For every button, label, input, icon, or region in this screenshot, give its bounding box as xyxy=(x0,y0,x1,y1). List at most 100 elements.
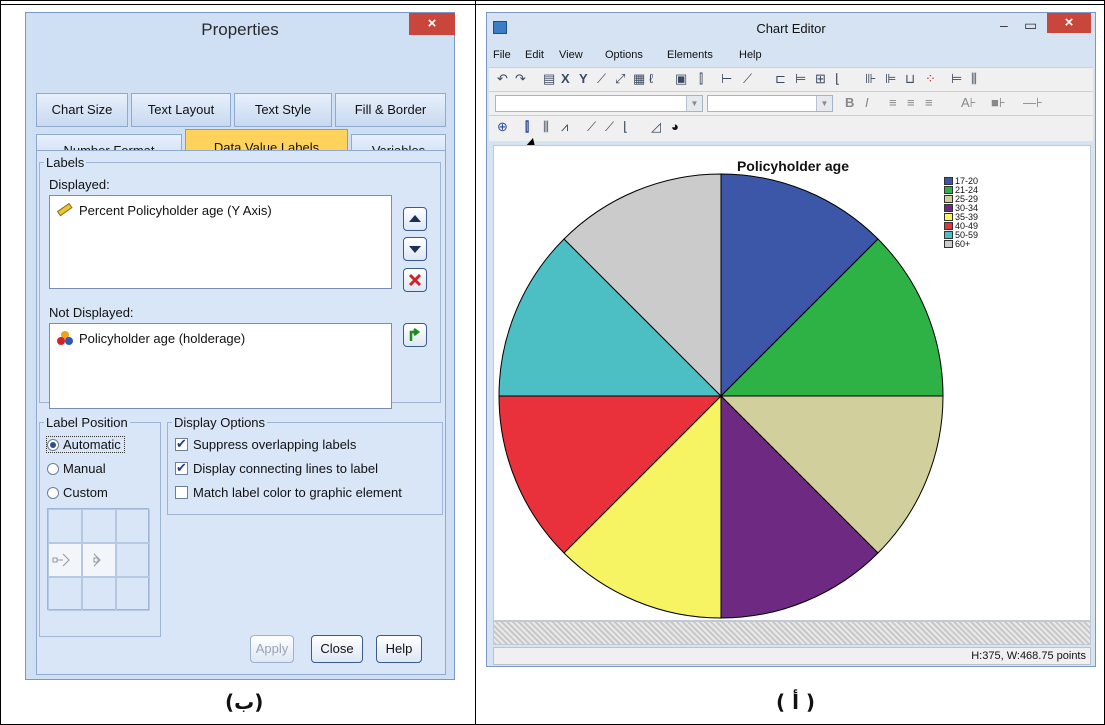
reference-line-icon[interactable]: ⊔ xyxy=(905,71,915,87)
radio-label: Manual xyxy=(63,461,106,476)
close-icon[interactable]: × xyxy=(1047,13,1091,33)
frame-icon[interactable]: ▣ xyxy=(675,71,687,87)
grid-cell xyxy=(48,509,82,543)
box-icon[interactable]: ⊏ xyxy=(775,71,786,87)
list-item[interactable]: Percent Policyholder age (Y Axis) xyxy=(56,201,272,219)
move-up-button[interactable] xyxy=(403,207,427,231)
checkbox-suppress-overlapping[interactable]: Suppress overlapping labels xyxy=(175,436,356,452)
menu-elements[interactable]: Elements xyxy=(667,49,713,61)
bar-chart-type-icon[interactable]: ⫿ xyxy=(525,119,529,135)
tab-chart-size[interactable]: Chart Size xyxy=(36,93,128,127)
label-left-icon xyxy=(52,553,70,567)
scatter-icon[interactable]: ⟋ xyxy=(587,119,596,135)
not-displayed-label: Not Displayed: xyxy=(49,305,134,320)
properties-icon[interactable]: ▤ xyxy=(543,71,555,87)
scale-icon[interactable]: ⟋ xyxy=(597,71,606,87)
not-displayed-list[interactable]: Policyholder age (holderage) xyxy=(49,323,392,409)
menu-options[interactable]: Options xyxy=(605,49,643,61)
interpolation-icon[interactable]: ⌊ xyxy=(623,119,628,135)
displayed-list[interactable]: Percent Policyholder age (Y Axis) xyxy=(49,195,392,289)
radio-automatic[interactable]: Automatic xyxy=(46,436,125,453)
menu-file[interactable]: File xyxy=(493,49,511,61)
grid-cell-center xyxy=(82,543,116,577)
arrow-up-icon xyxy=(409,215,421,222)
show-data-labels-icon[interactable]: ⊪ xyxy=(865,71,876,87)
caption-right: ( أ ) xyxy=(776,690,816,714)
x-axis-icon[interactable]: X xyxy=(561,71,570,86)
menu-edit[interactable]: Edit xyxy=(525,49,544,61)
legend-item[interactable]: 60+ xyxy=(944,239,978,249)
crosshair-icon[interactable]: ⊕ xyxy=(497,119,508,135)
grid-icon[interactable]: ▦ xyxy=(633,71,645,87)
close-icon[interactable]: × xyxy=(409,13,455,35)
fit-line-icon[interactable]: ⟋ xyxy=(605,119,614,135)
text-color-icon[interactable]: A⊦ xyxy=(961,95,976,111)
close-button[interactable]: Close xyxy=(311,635,363,663)
pie-icon[interactable]: ◕ xyxy=(671,119,679,134)
grid-cell-left xyxy=(48,543,82,577)
radio-dot xyxy=(47,438,59,451)
color-icon[interactable]: ⁘ xyxy=(925,71,936,87)
move-to-displayed-button[interactable] xyxy=(403,323,427,347)
grid-cell xyxy=(116,543,150,577)
bar-chart-icon[interactable]: ⫿ xyxy=(699,71,703,87)
delete-button[interactable] xyxy=(403,268,427,292)
text-box-icon[interactable]: ⊞ xyxy=(815,71,826,87)
align-left-icon[interactable]: ≡ xyxy=(889,95,897,110)
undo-icon[interactable]: ↶ xyxy=(497,71,508,87)
maximize-icon[interactable]: ▭ xyxy=(1024,17,1037,34)
display-options-title: Display Options xyxy=(174,415,266,430)
area-icon[interactable]: ◿ xyxy=(651,119,661,135)
move-down-button[interactable] xyxy=(403,237,427,261)
tab-fill-border[interactable]: Fill & Border xyxy=(335,93,446,127)
list-item[interactable]: Policyholder age (holderage) xyxy=(56,329,245,347)
align-center-icon[interactable]: ≡ xyxy=(907,95,915,110)
help-button[interactable]: Help xyxy=(376,635,422,663)
transpose-icon[interactable]: ⤢ xyxy=(615,71,625,87)
italic-icon[interactable]: I xyxy=(865,95,869,110)
line-style-icon[interactable]: —⊦ xyxy=(1023,95,1043,111)
size-combo[interactable]: ▼ xyxy=(707,95,833,112)
chart-legend[interactable]: 17-20 21-24 25-29 30-34 35-39 40-49 50-59 60+ xyxy=(944,176,978,249)
pie-chart[interactable] xyxy=(494,146,1092,622)
top-rule xyxy=(0,4,1105,5)
hide-data-labels-icon[interactable]: ⊫ xyxy=(885,71,896,87)
sort-icon[interactable]: ⊨ xyxy=(951,71,962,87)
menu-help[interactable]: Help xyxy=(739,49,762,61)
line-chart-icon[interactable]: ⟋ xyxy=(743,71,752,87)
tab-panel: Labels Displayed: Percent Policyholder a… xyxy=(36,150,446,675)
checkbox-match-color[interactable]: Match label color to graphic element xyxy=(175,485,402,500)
legend-swatch xyxy=(944,185,953,194)
menu-view[interactable]: View xyxy=(559,49,583,61)
stacked-bar-icon[interactable]: ⫼ xyxy=(543,119,549,135)
tab-text-layout[interactable]: Text Layout xyxy=(131,93,231,127)
chart-canvas[interactable]: Policyholder age 17-20 21-24 25-29 30-34 35-… xyxy=(493,145,1091,621)
toolbar-row-1: ↶ ↷ ▤ X Y ⟋ ⤢ ▦ ℓ ▣ ⫿ ⊢ ⟋ ⊏ ⊨ ⊞ ⌊ ⊪ ⊫ ⊔ … xyxy=(489,67,1093,91)
properties-titlebar: Properties × xyxy=(26,13,455,45)
red-x-icon xyxy=(408,273,422,287)
legend-swatch xyxy=(944,203,953,212)
fill-color-icon[interactable]: ■⊦ xyxy=(991,95,1006,111)
align-right-icon[interactable]: ≡ xyxy=(925,95,933,110)
lasso-icon[interactable]: ℓ xyxy=(649,71,653,86)
legend-icon[interactable]: ⊨ xyxy=(795,71,806,87)
radio-label: Automatic xyxy=(63,437,121,452)
bold-icon[interactable]: B xyxy=(845,95,854,110)
axis-line-icon[interactable]: ⊢ xyxy=(721,71,732,87)
radio-custom[interactable]: Custom xyxy=(47,485,108,500)
bars-icon[interactable]: ⫼ xyxy=(971,71,977,87)
redo-icon[interactable]: ↷ xyxy=(515,71,526,87)
grid-cell xyxy=(82,577,116,611)
radio-manual[interactable]: Manual xyxy=(47,461,106,476)
tab-text-style[interactable]: Text Style xyxy=(234,93,332,127)
apply-button[interactable]: Apply xyxy=(250,635,294,663)
radio-dot xyxy=(47,462,59,475)
line-type-icon[interactable]: ⩘ xyxy=(561,119,568,135)
grid-cell xyxy=(48,577,82,611)
grid-cell xyxy=(116,509,150,543)
y-axis-icon[interactable]: Y xyxy=(579,71,588,86)
minimize-icon[interactable]: – xyxy=(1000,17,1008,33)
checkbox-connecting-lines[interactable]: Display connecting lines to label xyxy=(175,460,378,476)
footnote-icon[interactable]: ⌊ xyxy=(835,71,840,87)
font-combo[interactable]: ▼ xyxy=(495,95,703,112)
